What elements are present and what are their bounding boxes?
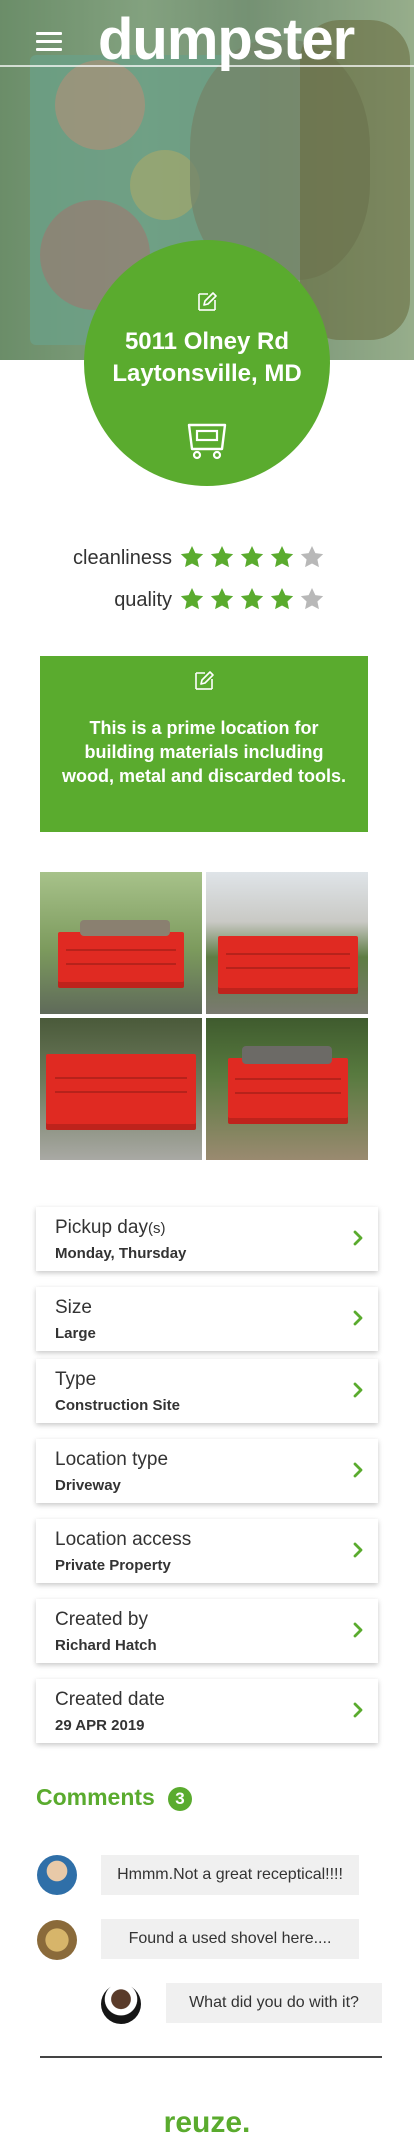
rating-cleanliness: cleanliness xyxy=(0,544,414,574)
detail-label: Created date xyxy=(55,1689,165,1710)
detail-location-access[interactable]: Location access Private Property xyxy=(36,1519,378,1583)
star-filled-icon[interactable] xyxy=(209,544,235,570)
app-title: dumpster xyxy=(98,7,355,72)
dumpster-photo[interactable] xyxy=(40,872,202,1014)
detail-label: Pickup day(s) xyxy=(55,1217,166,1238)
detail-value: Large xyxy=(55,1325,96,1342)
detail-label: Type xyxy=(55,1369,97,1390)
star-rating[interactable] xyxy=(179,586,325,612)
chevron-right-icon xyxy=(353,1622,363,1638)
detail-value: Construction Site xyxy=(55,1397,181,1414)
comments-count-badge: 3 xyxy=(168,1787,192,1811)
address-city: Laytonsville, MD xyxy=(112,360,302,387)
star-filled-icon[interactable] xyxy=(269,586,295,612)
star-filled-icon[interactable] xyxy=(269,544,295,570)
photo-gallery xyxy=(40,872,368,1160)
detail-created-date[interactable]: Created date 29 APR 2019 xyxy=(36,1679,378,1743)
avatar[interactable] xyxy=(37,1920,77,1960)
star-rating[interactable] xyxy=(179,544,325,570)
detail-pickup-days[interactable]: Pickup day(s) Monday, Thursday xyxy=(36,1207,378,1271)
edit-icon[interactable] xyxy=(195,290,219,314)
rating-label: cleanliness xyxy=(73,547,172,569)
chevron-right-icon xyxy=(353,1230,363,1246)
star-empty-icon[interactable] xyxy=(299,544,325,570)
dumpster-photo[interactable] xyxy=(40,1018,202,1160)
dumpster-photo[interactable] xyxy=(206,1018,368,1160)
footer-logo: reuze. xyxy=(163,2106,251,2139)
address-badge: 5011 Olney Rd Laytonsville, MD xyxy=(84,240,330,486)
detail-created-by[interactable]: Created by Richard Hatch xyxy=(36,1599,378,1663)
comment-bubble: What did you do with it? xyxy=(166,1983,382,2023)
edit-icon[interactable] xyxy=(192,669,216,693)
detail-value: Private Property xyxy=(55,1557,171,1574)
star-filled-icon[interactable] xyxy=(239,586,265,612)
detail-label: Created by xyxy=(55,1609,148,1630)
description-card: This is a prime location for building ma… xyxy=(40,656,368,832)
address-street: 5011 Olney Rd xyxy=(124,328,290,355)
chevron-right-icon xyxy=(353,1382,363,1398)
chevron-right-icon xyxy=(353,1542,363,1558)
detail-value: Monday, Thursday xyxy=(55,1245,187,1262)
detail-size[interactable]: Size Large xyxy=(36,1287,378,1351)
chevron-right-icon xyxy=(353,1702,363,1718)
star-filled-icon[interactable] xyxy=(209,586,235,612)
detail-value: Driveway xyxy=(55,1477,121,1494)
rating-quality: quality xyxy=(0,586,414,616)
hamburger-menu-icon[interactable] xyxy=(36,32,62,52)
detail-location-type[interactable]: Location type Driveway xyxy=(36,1439,378,1503)
avatar[interactable] xyxy=(37,1855,77,1895)
detail-type[interactable]: Type Construction Site xyxy=(36,1359,378,1423)
comments-heading: Comments xyxy=(36,1784,155,1810)
dumpster-icon xyxy=(187,423,227,460)
detail-value: 29 APR 2019 xyxy=(55,1717,145,1734)
star-filled-icon[interactable] xyxy=(239,544,265,570)
chevron-right-icon xyxy=(353,1310,363,1326)
description-text: This is a prime location for building ma… xyxy=(61,718,347,786)
rating-label: quality xyxy=(114,589,172,611)
detail-label: Location type xyxy=(55,1449,169,1470)
comment-bubble: Found a used shovel here.... xyxy=(101,1919,359,1959)
star-filled-icon[interactable] xyxy=(179,586,205,612)
star-filled-icon[interactable] xyxy=(179,544,205,570)
detail-value: Richard Hatch xyxy=(55,1637,157,1654)
detail-label: Size xyxy=(55,1297,92,1318)
star-empty-icon[interactable] xyxy=(299,586,325,612)
chevron-right-icon xyxy=(353,1462,363,1478)
footer-divider xyxy=(40,2056,382,2058)
comment-bubble: Hmmm.Not a great receptical!!!! xyxy=(101,1855,359,1895)
avatar[interactable] xyxy=(101,1984,141,2024)
detail-label: Location access xyxy=(55,1529,192,1550)
dumpster-photo[interactable] xyxy=(206,872,368,1014)
